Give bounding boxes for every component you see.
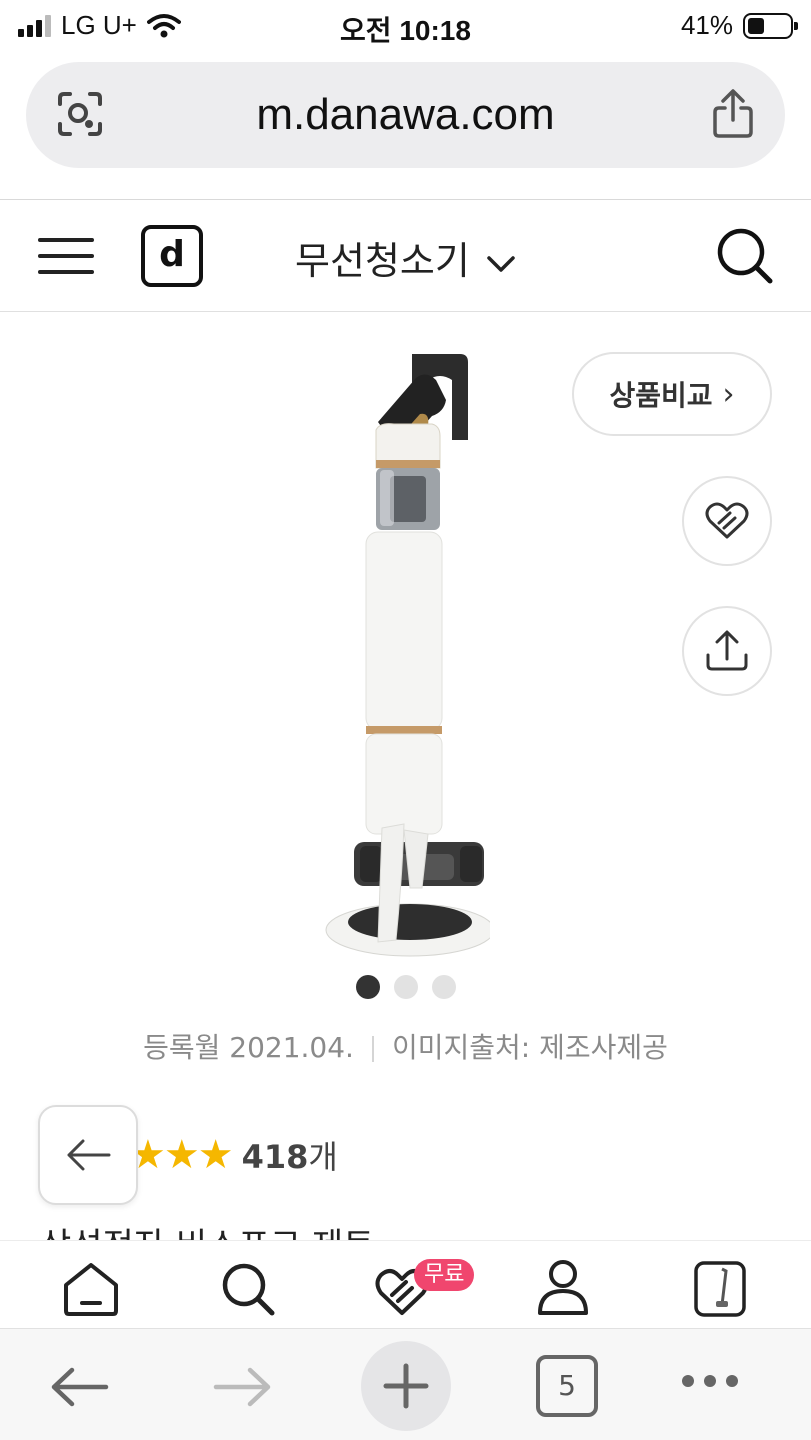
review-count: 418개 [242,1132,338,1178]
battery-group: 41% [680,10,798,41]
review-count-unit: 개 [308,1138,338,1176]
tabs-button[interactable]: 5 [536,1355,598,1417]
more-icon[interactable] [682,1375,738,1387]
search-icon[interactable] [220,1261,276,1317]
product-image[interactable] [320,340,490,960]
new-tab-button[interactable] [361,1341,451,1431]
arrow-left-icon [67,1139,111,1171]
plus-icon [383,1363,429,1409]
upload-share-icon [706,630,748,671]
rating[interactable]: ★★★ 418개 [130,1132,338,1178]
review-count-value: 418 [241,1138,309,1176]
separator [371,1036,374,1062]
heart-link-icon [705,502,749,539]
status-bar: LG U+ 오전 10:18 41% [0,0,811,56]
image-source: 이미지출처: 제조사제공 [391,1031,668,1064]
chevron-down-icon [487,255,515,272]
back-icon[interactable] [50,1367,110,1407]
url-text: m.danawa.com [256,90,555,139]
browser-toolbar: 5 [0,1328,811,1440]
search-icon[interactable] [715,226,775,286]
forward-icon[interactable] [212,1367,272,1407]
address-bar[interactable]: m.danawa.com [26,62,785,168]
pager-dot[interactable] [431,975,456,999]
wishlist-button[interactable] [682,476,772,566]
category-label: 무선청소기 [295,239,470,283]
site-header: d 무선청소기 [0,200,811,312]
compare-button[interactable]: 상품비교 › [572,352,772,436]
pager-dot[interactable] [393,975,418,999]
back-float-button[interactable] [38,1105,138,1205]
recent-product-icon[interactable] [694,1261,746,1317]
registered-date: 등록월 2021.04. [143,1031,354,1064]
share-icon[interactable] [711,88,755,140]
pager-dot[interactable] [355,975,380,999]
product-meta: 등록월 2021.04. 이미지출처: 제조사제공 [0,1026,811,1066]
category-dropdown[interactable]: 무선청소기 [0,230,811,285]
account-icon[interactable] [536,1259,590,1317]
home-icon[interactable] [62,1261,120,1317]
image-pager[interactable] [0,975,811,999]
battery-icon [743,12,798,39]
chevron-right-icon: › [722,376,735,412]
compare-label: 상품비교 [609,379,713,412]
page: LG U+ 오전 10:18 41% m.danawa.com d 무선청소기 … [0,0,811,1440]
rating-stars: ★★★ [130,1132,234,1178]
share-product-button[interactable] [682,606,772,696]
site-bottom-nav: 무료 [0,1240,811,1328]
free-badge: 무료 [414,1259,475,1291]
battery-percent: 41% [680,10,733,40]
